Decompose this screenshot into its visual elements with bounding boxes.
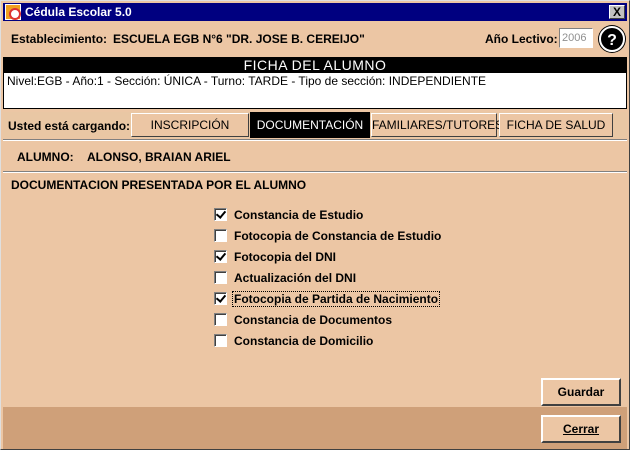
document-checkbox[interactable] [214, 292, 227, 305]
student-label: ALUMNO: [17, 150, 74, 164]
establishment-name: ESCUELA EGB N°6 "DR. JOSE B. CEREIJO" [113, 32, 365, 46]
document-item-constancia-domicilio[interactable]: Constancia de Domicilio [214, 330, 442, 351]
school-year-field[interactable]: 2006 [559, 28, 593, 48]
document-label[interactable]: Fotocopia de Constancia de Estudio [233, 229, 442, 243]
tab-familiares-tutores[interactable]: FAMILIARES/TUTORES [371, 113, 503, 137]
tab-inscripcion[interactable]: INSCRIPCIÓN [131, 113, 249, 137]
document-checkbox[interactable] [214, 334, 227, 347]
ficha-info-box: Nivel:EGB - Año:1 - Sección: ÚNICA - Tur… [3, 73, 627, 109]
document-item-fotocopia-constancia-estudio[interactable]: Fotocopia de Constancia de Estudio [214, 225, 442, 246]
document-label[interactable]: Actualización del DNI [233, 271, 357, 285]
school-year-label: Año Lectivo: [485, 32, 558, 46]
document-item-partida-nacimiento[interactable]: Fotocopia de Partida de Nacimiento [214, 288, 442, 309]
tab-documentacion[interactable]: DOCUMENTACIÓN [250, 112, 370, 138]
main-window: Cédula Escolar 5.0 X Establecimiento: ES… [0, 0, 630, 450]
loading-label: Usted está cargando: [8, 119, 131, 133]
ficha-info-text: Nivel:EGB - Año:1 - Sección: ÚNICA - Tur… [7, 74, 487, 88]
documents-checklist: Constancia de Estudio Fotocopia de Const… [214, 204, 442, 351]
document-item-actualizacion-dni[interactable]: Actualización del DNI [214, 267, 442, 288]
ficha-title: FICHA DEL ALUMNO [3, 57, 627, 73]
documents-section-title: DOCUMENTACION PRESENTADA POR EL ALUMNO [11, 178, 307, 192]
document-item-constancia-estudio[interactable]: Constancia de Estudio [214, 204, 442, 225]
document-label[interactable]: Constancia de Documentos [233, 313, 393, 327]
document-checkbox[interactable] [214, 250, 227, 263]
divider [3, 139, 627, 141]
document-label[interactable]: Constancia de Estudio [233, 208, 364, 222]
document-checkbox[interactable] [214, 313, 227, 326]
close-window-button[interactable]: X [609, 5, 625, 19]
document-checkbox[interactable] [214, 271, 227, 284]
close-button[interactable]: Cerrar [541, 415, 621, 443]
divider [3, 171, 627, 173]
tab-ficha-de-salud[interactable]: FICHA DE SALUD [499, 113, 613, 137]
footer-band [3, 407, 627, 449]
save-button[interactable]: Guardar [541, 378, 621, 406]
document-label[interactable]: Fotocopia del DNI [233, 250, 337, 264]
window-title: Cédula Escolar 5.0 [25, 5, 132, 19]
document-item-constancia-documentos[interactable]: Constancia de Documentos [214, 309, 442, 330]
student-name: ALONSO, BRAIAN ARIEL [87, 150, 231, 164]
title-bar: Cédula Escolar 5.0 X [3, 3, 627, 21]
establishment-bar: Establecimiento: ESCUELA EGB N°6 "DR. JO… [3, 22, 627, 56]
establishment-label: Establecimiento: [11, 32, 108, 46]
student-row: ALUMNO: ALONSO, BRAIAN ARIEL [17, 150, 231, 164]
document-checkbox[interactable] [214, 229, 227, 242]
app-icon [5, 4, 21, 20]
document-label[interactable]: Constancia de Domicilio [233, 334, 374, 348]
document-label[interactable]: Fotocopia de Partida de Nacimiento [231, 290, 441, 307]
help-icon[interactable]: ? [599, 26, 625, 52]
document-item-fotocopia-dni[interactable]: Fotocopia del DNI [214, 246, 442, 267]
document-checkbox[interactable] [214, 208, 227, 221]
section-tabs: Usted está cargando: INSCRIPCIÓN DOCUMEN… [3, 112, 627, 138]
